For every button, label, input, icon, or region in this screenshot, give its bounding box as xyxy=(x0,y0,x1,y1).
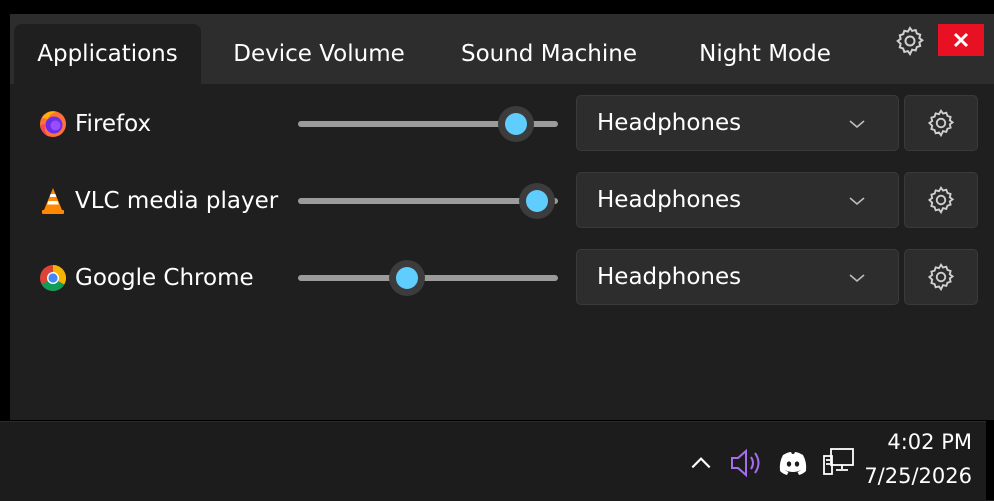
network-tray-button[interactable] xyxy=(821,446,857,478)
app-settings-button[interactable] xyxy=(904,95,978,151)
settings-button[interactable] xyxy=(893,24,927,58)
volume-slider[interactable] xyxy=(298,260,558,296)
app-row-vlc: VLC media player Headphones xyxy=(0,170,994,230)
close-icon xyxy=(953,32,969,48)
volume-tray-button[interactable] xyxy=(728,446,764,480)
gear-icon xyxy=(927,109,955,138)
chevron-down-icon xyxy=(849,197,865,206)
speaker-icon xyxy=(731,448,760,478)
chevron-down-icon xyxy=(849,274,865,283)
app-settings-button[interactable] xyxy=(904,172,978,228)
device-label: Headphones xyxy=(597,264,742,290)
volume-slider[interactable] xyxy=(298,183,558,219)
slider-thumb[interactable] xyxy=(519,183,556,219)
close-button[interactable] xyxy=(938,24,984,56)
tab-device-volume[interactable]: Device Volume xyxy=(216,24,422,84)
slider-thumb[interactable] xyxy=(498,106,535,142)
slider-track xyxy=(298,275,558,281)
discord-tray-button[interactable] xyxy=(777,449,809,477)
clock-date[interactable]: 7/25/2026 xyxy=(862,464,972,488)
app-settings-button[interactable] xyxy=(904,249,978,305)
firefox-icon xyxy=(40,111,66,137)
app-name: VLC media player xyxy=(75,188,279,214)
slider-thumb[interactable] xyxy=(389,260,426,296)
gear-icon xyxy=(896,26,925,56)
chevron-up-icon xyxy=(691,457,711,469)
app-name: Google Chrome xyxy=(75,265,254,291)
output-device-dropdown[interactable]: Headphones xyxy=(576,249,899,305)
vlc-icon xyxy=(42,188,64,214)
tab-night-mode[interactable]: Night Mode xyxy=(676,24,854,84)
app-name: Firefox xyxy=(75,111,152,137)
output-device-dropdown[interactable]: Headphones xyxy=(576,172,899,228)
clock-time[interactable]: 4:02 PM xyxy=(872,430,972,454)
discord-icon xyxy=(779,452,807,475)
device-label: Headphones xyxy=(597,110,742,136)
device-label: Headphones xyxy=(597,187,742,213)
output-device-dropdown[interactable]: Headphones xyxy=(576,95,899,151)
tab-sound-machine[interactable]: Sound Machine xyxy=(442,24,656,84)
tab-label: Night Mode xyxy=(699,41,831,67)
tab-applications[interactable]: Applications xyxy=(14,24,201,84)
app-row-firefox: Firefox Headphones xyxy=(0,93,994,153)
gear-icon xyxy=(927,186,955,215)
app-row-chrome: Google Chrome Headphones xyxy=(0,247,994,307)
tab-label: Device Volume xyxy=(233,41,405,67)
show-hidden-icons-button[interactable] xyxy=(688,450,714,476)
volume-slider[interactable] xyxy=(298,106,558,142)
chrome-icon xyxy=(40,265,67,292)
gear-icon xyxy=(927,263,955,292)
show-desktop-button[interactable] xyxy=(986,421,994,500)
tab-label: Applications xyxy=(37,41,178,67)
tab-label: Sound Machine xyxy=(460,41,637,67)
network-icon xyxy=(823,448,854,475)
chevron-down-icon xyxy=(849,120,865,129)
